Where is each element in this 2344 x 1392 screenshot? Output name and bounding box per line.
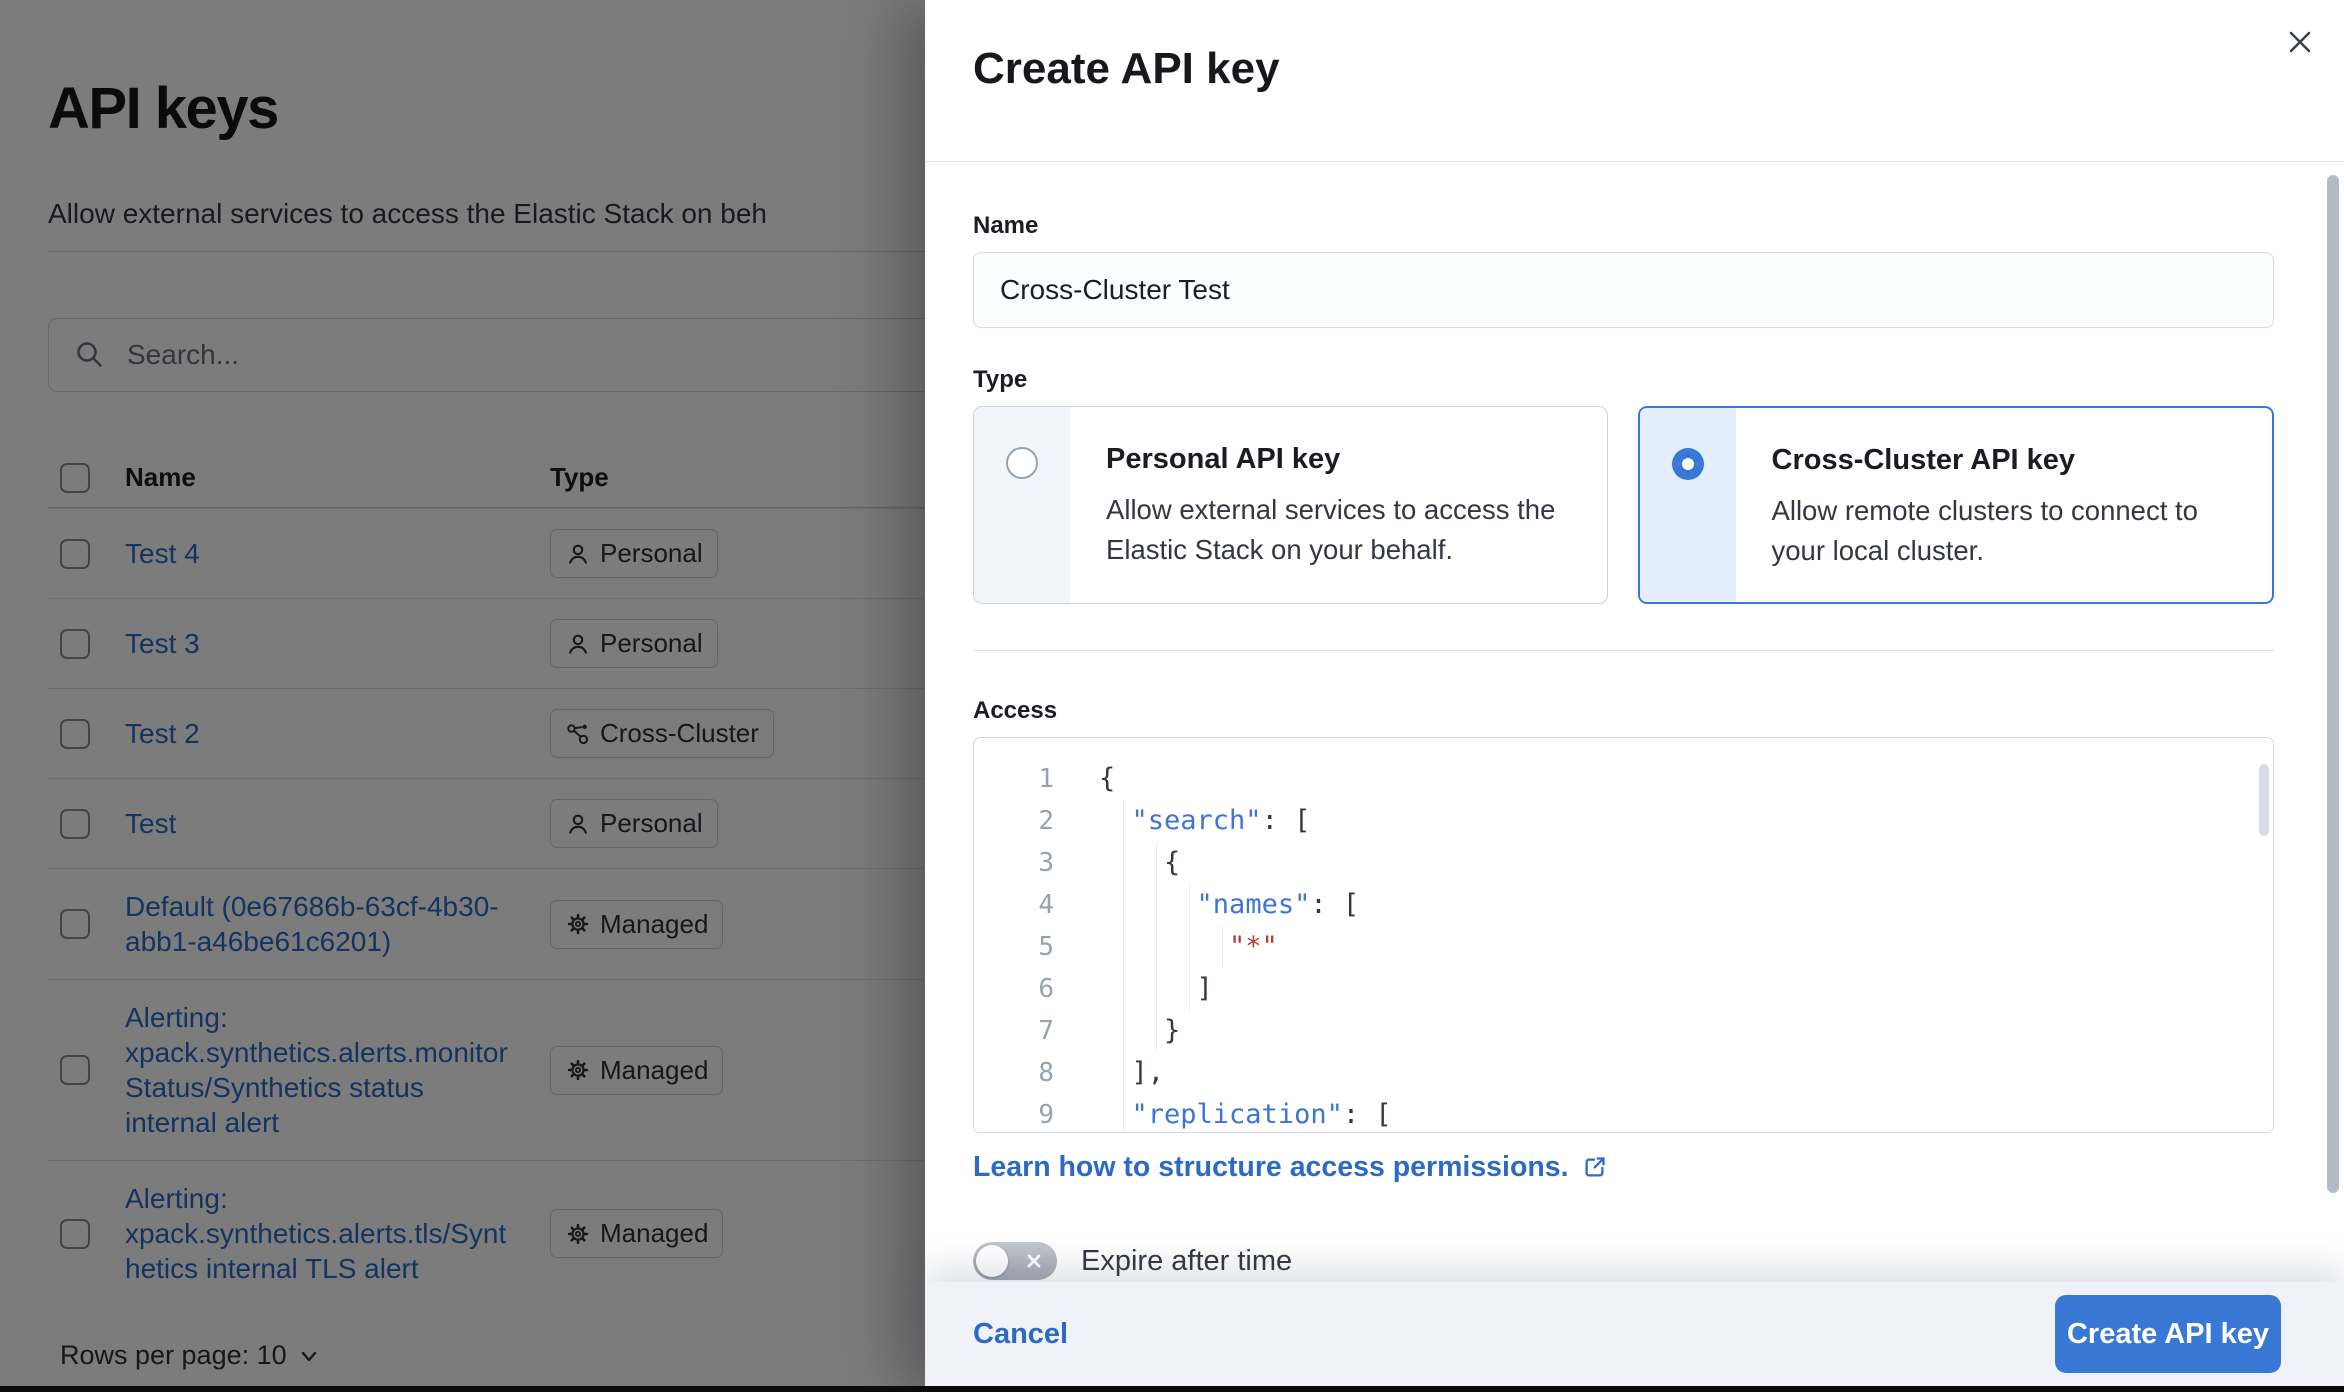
code-line: 3 { [974, 842, 2273, 884]
radio-button[interactable] [1672, 448, 1704, 480]
close-button[interactable] [2276, 18, 2324, 66]
type-label: Type [973, 366, 2274, 394]
card-content: Cross-Cluster API key Allow remote clust… [1736, 408, 2273, 602]
flyout-body: Name Type Personal API key Allow externa… [925, 162, 2344, 1392]
card-content: Personal API key Allow external services… [1070, 407, 1607, 603]
card-description: Allow external services to access the El… [1106, 490, 1579, 570]
api-key-name-input[interactable] [973, 252, 2274, 328]
code-line: 7 } [974, 1010, 2273, 1052]
flyout-title: Create API key [973, 44, 2296, 94]
editor-scrollbar-thumb[interactable] [2259, 764, 2269, 836]
radio-strip [1640, 408, 1736, 602]
expire-toggle-row: Expire after time [973, 1242, 2274, 1280]
line-number: 1 [974, 758, 1054, 800]
line-number: 5 [974, 926, 1054, 968]
learn-permissions-link[interactable]: Learn how to structure access permission… [973, 1151, 1608, 1184]
line-number: 9 [974, 1094, 1054, 1133]
line-number: 8 [974, 1052, 1054, 1094]
create-api-key-button[interactable]: Create API key [2055, 1295, 2281, 1373]
close-icon [2285, 27, 2315, 57]
type-options: Personal API key Allow external services… [973, 406, 2274, 604]
flyout-scrollbar-thumb[interactable] [2327, 175, 2339, 1193]
code-line: 6 ] [974, 968, 2273, 1010]
expire-toggle[interactable] [973, 1242, 1057, 1280]
line-number: 4 [974, 884, 1054, 926]
type-option-card[interactable]: Personal API key Allow external services… [973, 406, 1608, 604]
code-line: 2 "search": [ [974, 800, 2273, 842]
radio-button[interactable] [1006, 447, 1038, 479]
expire-toggle-thumb [976, 1245, 1008, 1277]
window-bottom-edge [0, 1386, 2344, 1392]
toggle-off-x-icon [1025, 1252, 1043, 1270]
external-link-icon [1581, 1154, 1608, 1181]
line-number: 2 [974, 800, 1054, 842]
line-number: 7 [974, 1010, 1054, 1052]
name-label: Name [973, 212, 2274, 240]
code-line: 4 "names": [ [974, 884, 2273, 926]
card-title: Cross-Cluster API key [1772, 444, 2245, 477]
code-line: 5 "*" [974, 926, 2273, 968]
learn-permissions-label: Learn how to structure access permission… [973, 1151, 1569, 1184]
flyout-header: Create API key [925, 0, 2344, 162]
radio-strip [974, 407, 1070, 603]
expire-toggle-label: Expire after time [1081, 1245, 1292, 1278]
line-number: 3 [974, 842, 1054, 884]
code-line: 1{ [974, 758, 2273, 800]
code-line: 8 ], [974, 1052, 2273, 1094]
card-title: Personal API key [1106, 443, 1579, 476]
access-label: Access [973, 697, 2274, 725]
cancel-button[interactable]: Cancel [973, 1318, 1068, 1351]
code-line: 9 "replication": [ [974, 1094, 2273, 1133]
card-description: Allow remote clusters to connect to your… [1772, 491, 2245, 571]
flyout-footer: Cancel Create API key [925, 1282, 2344, 1386]
type-option-card[interactable]: Cross-Cluster API key Allow remote clust… [1638, 406, 2275, 604]
create-api-key-flyout: Create API key Name Type Personal API ke… [925, 0, 2344, 1392]
line-number: 6 [974, 968, 1054, 1010]
access-code-editor[interactable]: 1{2 "search": [3 {4 "names": [5 "*"6 ]7 … [973, 737, 2274, 1133]
section-divider [973, 650, 2274, 651]
